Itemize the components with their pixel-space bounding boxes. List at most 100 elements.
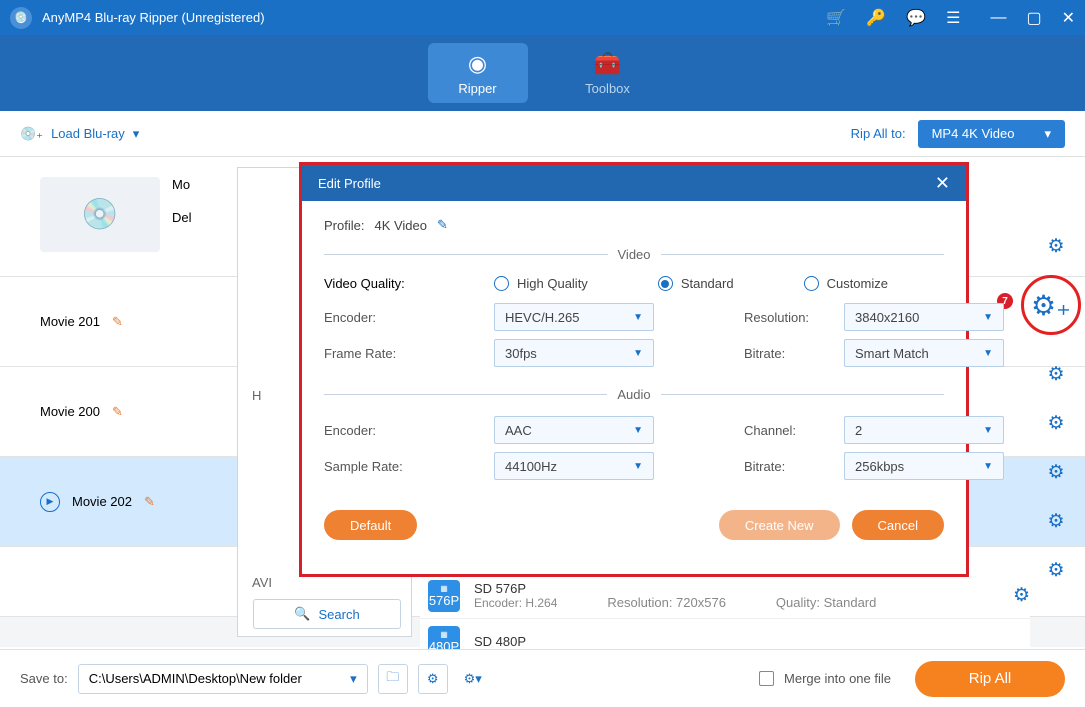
footer-bar: Save to: C:\Users\ADMIN\Desktop\New fold… bbox=[0, 649, 1085, 707]
close-window-icon[interactable]: ✕ bbox=[1062, 8, 1075, 28]
chevron-down-icon: ▾ bbox=[350, 671, 357, 687]
video-encoder-label: Encoder: bbox=[324, 310, 484, 325]
feedback-icon[interactable]: 💬 bbox=[906, 8, 926, 28]
cancel-button[interactable]: Cancel bbox=[852, 510, 944, 540]
load-bluray-button[interactable]: 💿₊ Load Blu-ray ▾ bbox=[20, 126, 139, 142]
tab-ripper-label: Ripper bbox=[458, 81, 496, 96]
gear-icon[interactable]: ⚙ bbox=[1047, 510, 1064, 533]
gear-icon[interactable]: ⚙ bbox=[1047, 363, 1064, 386]
save-path-value: C:\Users\ADMIN\Desktop\New folder bbox=[89, 671, 302, 686]
gear-plus-icon: ⚙₊ bbox=[1031, 289, 1071, 322]
edit-icon[interactable]: ✎ bbox=[144, 494, 155, 510]
add-profile-button-highlighted[interactable]: ⚙₊ bbox=[1021, 275, 1081, 335]
format-quality: Quality: Standard bbox=[776, 595, 876, 610]
content-area: 💿 Mo Del Movie 201 ✎ Movie 200 ✎ ▶ Movie… bbox=[0, 157, 1085, 647]
gear-icon[interactable]: ⚙ bbox=[1047, 461, 1064, 484]
radio-high-quality[interactable]: High Quality bbox=[494, 276, 588, 291]
gear-icon[interactable]: ⚙ bbox=[1013, 584, 1030, 607]
play-icon[interactable]: ▶ bbox=[40, 492, 60, 512]
audio-bitrate-dropdown[interactable]: 256kbps▼ bbox=[844, 452, 1004, 480]
search-icon: 🔍 bbox=[294, 606, 310, 622]
output-format-dropdown[interactable]: MP4 4K Video ▾ bbox=[918, 120, 1065, 148]
cart-icon[interactable]: 🛒 bbox=[826, 8, 846, 28]
disc-icon: 💿₊ bbox=[20, 126, 43, 142]
settings-button[interactable]: ⚙▾ bbox=[458, 664, 488, 694]
save-to-label: Save to: bbox=[20, 671, 68, 686]
movie-label-fragment: Mo bbox=[172, 177, 192, 192]
framerate-label: Frame Rate: bbox=[324, 346, 484, 361]
radio-customize[interactable]: Customize bbox=[804, 276, 888, 291]
profile-label: Profile: bbox=[324, 218, 364, 233]
create-new-button[interactable]: Create New bbox=[719, 510, 840, 540]
default-button[interactable]: Default bbox=[324, 510, 417, 540]
close-icon[interactable]: ✕ bbox=[935, 173, 950, 194]
resolution-dropdown[interactable]: 3840x2160▼ bbox=[844, 303, 1004, 331]
chevron-down-icon: ▾ bbox=[133, 126, 140, 142]
toolbox-icon: 🧰 bbox=[594, 51, 621, 77]
edit-icon[interactable]: ✎ bbox=[112, 404, 123, 420]
edit-icon[interactable]: ✎ bbox=[437, 217, 448, 233]
audio-bitrate-label: Bitrate: bbox=[744, 459, 834, 474]
movie-thumbnail: 💿 bbox=[40, 177, 160, 252]
main-tabs: ◉ Ripper 🧰 Toolbox bbox=[0, 35, 1085, 111]
video-bitrate-label: Bitrate: bbox=[744, 346, 834, 361]
chevron-down-icon: ▾ bbox=[1044, 126, 1051, 142]
edit-icon[interactable]: ✎ bbox=[112, 314, 123, 330]
video-quality-label: Video Quality: bbox=[324, 276, 484, 291]
search-label: Search bbox=[318, 607, 359, 622]
record-icon: ◉ bbox=[468, 51, 487, 77]
key-icon[interactable]: 🔑 bbox=[866, 8, 886, 28]
output-format-value: MP4 4K Video bbox=[932, 126, 1015, 141]
dialog-title: Edit Profile bbox=[318, 176, 381, 191]
gear-icon[interactable]: ⚙ bbox=[1047, 559, 1064, 582]
movie-title: Movie 201 bbox=[40, 314, 100, 329]
format-row[interactable]: ▦576P SD 576P Encoder: H.264 Resolution:… bbox=[420, 573, 1030, 619]
maximize-icon[interactable]: ▢ bbox=[1026, 8, 1041, 28]
framerate-dropdown[interactable]: 30fps▼ bbox=[494, 339, 654, 367]
gear-icon[interactable]: ⚙ bbox=[1047, 412, 1064, 435]
toolbar: 💿₊ Load Blu-ray ▾ Rip All to: MP4 4K Vid… bbox=[0, 111, 1085, 157]
format-name: SD 480P bbox=[474, 634, 526, 649]
channel-label: Channel: bbox=[744, 423, 834, 438]
gpu-accel-button[interactable]: ⚙ bbox=[418, 664, 448, 694]
app-logo-icon: 💿 bbox=[10, 7, 32, 29]
titlebar: 💿 AnyMP4 Blu-ray Ripper (Unregistered) 🛒… bbox=[0, 0, 1085, 35]
search-button[interactable]: 🔍 Search bbox=[253, 599, 401, 629]
channel-dropdown[interactable]: 2▼ bbox=[844, 416, 1004, 444]
tab-toolbox[interactable]: 🧰 Toolbox bbox=[558, 43, 658, 103]
format-resolution: Resolution: 720x576 bbox=[607, 595, 726, 610]
audio-encoder-dropdown[interactable]: AAC▼ bbox=[494, 416, 654, 444]
merge-label: Merge into one file bbox=[784, 671, 891, 686]
merge-checkbox[interactable] bbox=[759, 671, 774, 686]
video-encoder-dropdown[interactable]: HEVC/H.265▼ bbox=[494, 303, 654, 331]
movie-title: Movie 202 bbox=[72, 494, 132, 509]
folder-icon: 🗀 bbox=[386, 668, 399, 690]
minimize-icon[interactable]: — bbox=[990, 9, 1006, 27]
profile-name: 4K Video bbox=[374, 218, 427, 233]
menu-icon[interactable]: ☰ bbox=[946, 8, 960, 28]
rip-all-to-label: Rip All to: bbox=[851, 126, 906, 141]
gear-icon[interactable]: ⚙ bbox=[1047, 235, 1064, 258]
app-title: AnyMP4 Blu-ray Ripper (Unregistered) bbox=[42, 10, 265, 25]
side-row-fragment[interactable]: H bbox=[252, 388, 261, 403]
video-bitrate-dropdown[interactable]: Smart Match▼ bbox=[844, 339, 1004, 367]
load-bluray-label: Load Blu-ray bbox=[51, 126, 125, 141]
save-path-dropdown[interactable]: C:\Users\ADMIN\Desktop\New folder ▾ bbox=[78, 664, 368, 694]
tab-ripper[interactable]: ◉ Ripper bbox=[428, 43, 528, 103]
open-folder-button[interactable]: 🗀 bbox=[378, 664, 408, 694]
rip-all-button[interactable]: Rip All bbox=[915, 661, 1065, 697]
gear-icon: ⚙▾ bbox=[464, 671, 482, 687]
audio-section-label: Audio bbox=[607, 387, 660, 402]
samplerate-dropdown[interactable]: 44100Hz▼ bbox=[494, 452, 654, 480]
format-encoder: Encoder: H.264 bbox=[474, 596, 557, 610]
tab-toolbox-label: Toolbox bbox=[585, 81, 630, 96]
audio-encoder-label: Encoder: bbox=[324, 423, 484, 438]
cpu-icon: ⚙ bbox=[427, 671, 439, 687]
sidebar-item-avi[interactable]: AVI bbox=[252, 575, 272, 590]
format-badge-icon: ▦576P bbox=[428, 580, 460, 612]
movie-del-fragment: Del bbox=[172, 210, 192, 225]
resolution-label: Resolution: bbox=[744, 310, 834, 325]
movie-title: Movie 200 bbox=[40, 404, 100, 419]
radio-standard[interactable]: Standard bbox=[658, 276, 734, 291]
video-section-label: Video bbox=[608, 247, 661, 262]
